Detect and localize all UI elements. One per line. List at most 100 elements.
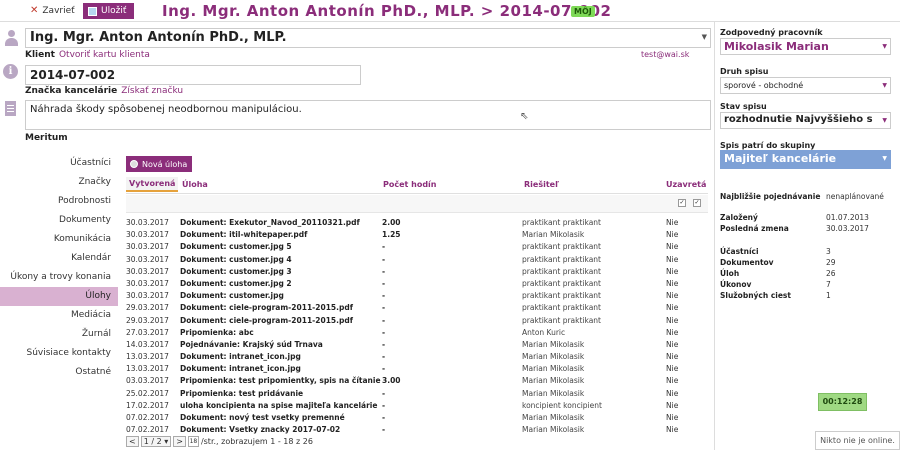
table-row[interactable]: 30.03.2017 Dokument: customer.jpg - praktik… [126, 290, 708, 302]
column-solver[interactable]: Riešiteľ [524, 180, 559, 189]
type-select[interactable]: sporové - obchodné ▼ [720, 77, 891, 94]
new-task-button[interactable]: Nová úloha [126, 156, 192, 172]
person-icon [3, 30, 19, 46]
table-row[interactable]: 13.03.2017 Dokument: intranet_icon.jpg - Ma… [126, 351, 708, 363]
cell-created: 30.03.2017 [126, 242, 169, 252]
cell-task: Dokument: Vsetky znacky 2017-07-02 [180, 425, 341, 435]
cell-hours: 2.00 [382, 218, 401, 227]
cell-hours: - [382, 327, 386, 337]
sidebar-item-8[interactable]: Mediácia [0, 306, 118, 325]
cell-closed: Nie [666, 254, 679, 264]
table-row[interactable]: 30.03.2017 Dokument: Exekutor_Navod_20110… [126, 217, 708, 229]
cell-task: Dokument: nový test vsetky premenné [180, 413, 345, 422]
cell-solver: praktikant praktikant [522, 315, 602, 325]
next-page-button[interactable]: > [173, 436, 186, 447]
table-row[interactable]: 30.03.2017 Dokument: customer.jpg 5 - prakt… [126, 241, 708, 253]
cell-solver: Anton Kuric [522, 327, 566, 337]
online-status[interactable]: Nikto nie je online. [815, 431, 900, 450]
save-icon [88, 6, 97, 16]
cell-task: Dokument: intranet_icon.jpg [180, 364, 301, 374]
open-client-link[interactable]: Otvoriť kartu klienta [59, 50, 150, 60]
client-select[interactable]: Ing. Mgr. Anton Antonín PhD., MLP. ▼ [25, 28, 711, 48]
page-title: Ing. Mgr. Anton Antonín PhD., MLP. > 201… [162, 2, 612, 20]
status-badge: MÔJ [571, 6, 595, 17]
get-mark-link[interactable]: Získať značku [121, 86, 183, 96]
chevron-down-icon: ▼ [882, 117, 887, 124]
cell-hours: - [382, 425, 386, 435]
sidebar-item-10[interactable]: Súvisiace kontakty [0, 344, 118, 363]
cell-closed: Nie [666, 327, 679, 337]
table-row[interactable]: 07.02.2017 Dokument: nový test vsetky pre… [126, 412, 708, 424]
cell-solver: Marian Mikolasik [522, 364, 585, 374]
state-select[interactable]: rozhodnutie Najvyššieho s ▼ [720, 112, 891, 129]
sidebar-item-1[interactable]: Značky [0, 173, 118, 192]
table-row[interactable]: 30.03.2017 Dokument: customer.jpg 3 - prakt… [126, 266, 708, 278]
cell-created: 30.03.2017 [126, 278, 169, 288]
sidebar-item-2[interactable]: Podrobnosti [0, 192, 118, 211]
cell-task: Pojednávanie: Krajský súd Trnava [180, 339, 323, 349]
column-closed[interactable]: Uzavretá [666, 180, 706, 189]
description-textarea[interactable]: Náhrada škody spôsobenej neodbornou mani… [25, 100, 711, 130]
cell-task: Dokument: ciele-program-2011-2015.pdf [180, 315, 354, 325]
cell-hours: - [382, 413, 386, 422]
table-row[interactable]: 03.03.2017 Pripomienka: test pripomientky… [126, 375, 708, 387]
cell-closed: Nie [666, 352, 679, 362]
cell-created: 17.02.2017 [126, 400, 169, 410]
cell-closed: Nie [666, 413, 679, 422]
sidebar-item-3[interactable]: Dokumenty [0, 211, 118, 230]
sidebar-item-11[interactable]: Ostatné [0, 363, 118, 382]
table-row[interactable]: 17.02.2017 uloha koncipienta na spise maj… [126, 400, 708, 412]
cell-created: 30.03.2017 [126, 218, 169, 227]
cell-created: 03.03.2017 [126, 376, 169, 386]
table-row[interactable]: 30.03.2017 Dokument: customer.jpg 2 - prakt… [126, 278, 708, 290]
table-row[interactable]: 27.03.2017 Pripomienka: abc - Anton Kuric Ni… [126, 327, 708, 339]
cell-solver: praktikant praktikant [522, 242, 602, 252]
cell-hours: - [382, 315, 386, 325]
save-button[interactable]: Uložiť [83, 3, 134, 19]
cell-solver: koncipient koncipient [522, 400, 602, 410]
worker-select[interactable]: Mikolasik Marian ▼ [720, 38, 891, 55]
sidebar-item-6[interactable]: Úkony a trovy konania [0, 268, 118, 287]
cell-hours: - [382, 339, 386, 349]
per-page-input[interactable]: 18 [187, 436, 199, 447]
close-icon: ✕ [30, 5, 39, 16]
cell-created: 25.02.2017 [126, 388, 169, 398]
table-row[interactable]: 29.03.2017 Dokument: ciele-program-2011-2… [126, 302, 708, 314]
table-row[interactable]: 25.02.2017 Pripomienka: test pridávanie - M… [126, 388, 708, 400]
cell-task: Dokument: Exekutor_Navod_20110321.pdf [180, 218, 360, 227]
prev-page-button[interactable]: < [126, 436, 139, 447]
table-row[interactable]: 29.03.2017 Dokument: ciele-program-2011-2… [126, 315, 708, 327]
sidebar-item-0[interactable]: Účastníci [0, 154, 118, 173]
cell-task: Pripomienka: abc [180, 327, 254, 337]
office-mark-input[interactable]: 2014-07-002 [25, 65, 361, 85]
sidebar-item-7[interactable]: Úlohy [0, 287, 118, 306]
table-row[interactable]: 14.03.2017 Pojednávanie: Krajský súd Trna… [126, 339, 708, 351]
close-button[interactable]: ✕ Zavrieť [30, 5, 75, 16]
cell-closed: Nie [666, 230, 679, 240]
client-email-link[interactable]: test@wai.sk [641, 50, 689, 59]
cell-hours: - [382, 291, 386, 301]
sidebar-item-5[interactable]: Kalendár [0, 249, 118, 268]
group-select[interactable]: Majiteľ kancelárie ▼ [720, 150, 891, 169]
mouse-cursor-icon: ⇖ [520, 111, 529, 122]
table-row[interactable]: 30.03.2017 Dokument: customer.jpg 4 - prakt… [126, 254, 708, 266]
table-row[interactable]: 30.03.2017 Dokument: itil-whitepaper.pdf 1… [126, 229, 708, 241]
cell-task: Dokument: itil-whitepaper.pdf [180, 230, 308, 240]
column-task[interactable]: Úloha [182, 180, 208, 189]
column-created[interactable]: Vytvorená [126, 177, 179, 192]
cell-created: 07.02.2017 [126, 413, 169, 422]
cell-closed: Nie [666, 242, 679, 252]
timer-badge[interactable]: 00:12:28 [818, 393, 867, 411]
cell-solver: praktikant praktikant [522, 254, 602, 264]
cell-solver: praktikant praktikant [522, 218, 602, 227]
filter-closed-no-checkbox[interactable]: ✓ [693, 199, 701, 207]
cell-hours: - [382, 242, 386, 252]
sidebar-item-9[interactable]: Žurnál [0, 325, 118, 344]
sidebar-item-4[interactable]: Komunikácia [0, 230, 118, 249]
chevron-down-icon: ▼ [882, 155, 887, 162]
column-hours[interactable]: Počet hodín [383, 180, 437, 189]
page-select[interactable]: 1 / 2 ▾ [140, 436, 172, 447]
table-row[interactable]: 07.02.2017 Dokument: Vsetky znacky 2017-0… [126, 424, 708, 436]
table-row[interactable]: 13.03.2017 Dokument: intranet_icon.jpg - Ma… [126, 363, 708, 375]
filter-closed-yes-checkbox[interactable]: ✓ [678, 199, 686, 207]
